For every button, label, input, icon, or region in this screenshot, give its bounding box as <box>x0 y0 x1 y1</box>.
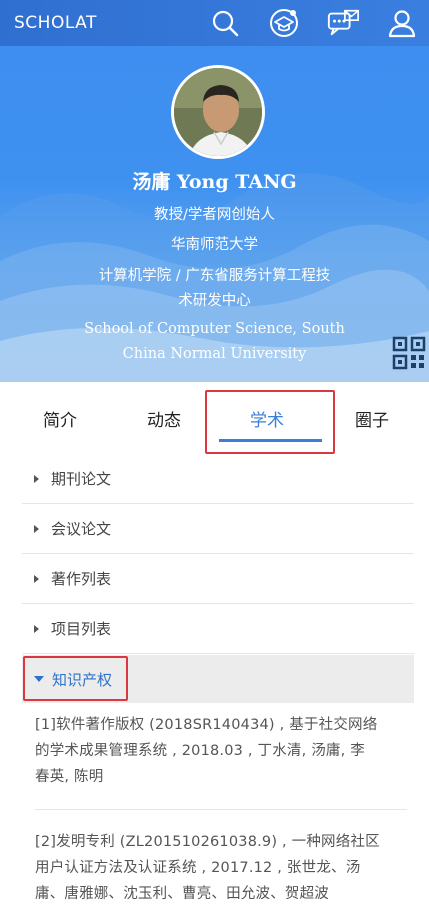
profile-title: 教授/学者网创始人 <box>154 207 275 223</box>
section-label: 著作列表 <box>51 570 112 588</box>
section-books[interactable]: 著作列表 <box>22 554 414 604</box>
avatar[interactable] <box>171 65 265 159</box>
ip-entries: [1]软件著作版权 (2018SR140434) , 基于社交网络 的学术成果管… <box>35 712 407 907</box>
entry-line: [1]软件著作版权 (2018SR140434) , 基于社交网络 <box>35 717 378 733</box>
list-item: [2]发明专利 (ZL201510261038.9) , 一种网络社区 用户认证… <box>35 829 407 907</box>
entry-line: 用户认证方法及认证系统 , 2017.12 , 张世龙、汤 <box>35 860 361 876</box>
messages-icon[interactable] <box>326 6 360 40</box>
search-icon[interactable] <box>208 6 242 40</box>
section-label: 会议论文 <box>51 520 112 538</box>
user-icon[interactable] <box>385 6 419 40</box>
entry-line: 春英, 陈明 <box>35 769 104 785</box>
profile-hero: 汤庸 Yong TANG 教授/学者网创始人 华南师范大学 计算机学院 / 广东… <box>0 46 429 382</box>
profile-name: 汤庸 Yong TANG <box>132 171 297 193</box>
entry-line: 庸、唐雅娜、沈玉利、曹亮、田允波、贺超波 <box>35 886 329 902</box>
profile-university: 华南师范大学 <box>171 237 258 253</box>
profile-tabs: 简介 动态 学术 圈子 <box>0 382 429 454</box>
section-conference-papers[interactable]: 会议论文 <box>22 504 414 554</box>
qr-code-icon[interactable] <box>392 336 426 370</box>
tab-activity[interactable]: 动态 <box>147 406 181 431</box>
section-label: 期刊论文 <box>51 470 112 488</box>
caret-right-icon <box>34 624 39 633</box>
graduation-cap-icon[interactable] <box>267 6 301 40</box>
tab-intro[interactable]: 简介 <box>43 406 77 431</box>
profile-english-line1: School of Computer Science, South <box>84 321 345 337</box>
section-projects[interactable]: 项目列表 <box>22 604 414 654</box>
top-bar: SCHOLAT <box>0 0 429 46</box>
caret-right-icon <box>34 474 39 483</box>
caret-right-icon <box>34 574 39 583</box>
top-icons <box>208 6 419 40</box>
highlight-box-tab <box>205 390 335 454</box>
highlight-box-section <box>23 656 128 701</box>
caret-right-icon <box>34 524 39 533</box>
profile-school-line2: 术研发中心 <box>178 293 251 309</box>
section-journal-papers[interactable]: 期刊论文 <box>22 454 414 504</box>
tab-circles[interactable]: 圈子 <box>355 406 389 431</box>
list-item: [1]软件著作版权 (2018SR140434) , 基于社交网络 的学术成果管… <box>35 712 407 810</box>
section-label: 项目列表 <box>51 620 112 638</box>
profile-school-line1: 计算机学院 / 广东省服务计算工程技 <box>98 268 331 284</box>
entry-line: 的学术成果管理系统 , 2018.03 , 丁水清, 汤庸, 李 <box>35 743 365 759</box>
profile-english-line2: China Normal University <box>122 346 307 362</box>
entry-line: [2]发明专利 (ZL201510261038.9) , 一种网络社区 <box>35 834 380 850</box>
brand-logo[interactable]: SCHOLAT <box>14 13 97 33</box>
